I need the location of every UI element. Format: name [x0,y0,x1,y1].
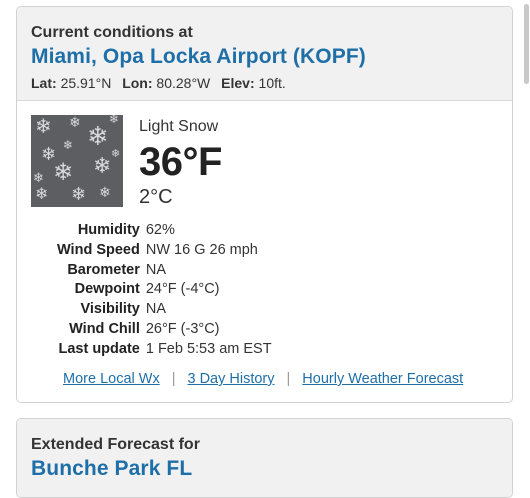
conditions-links: More Local Wx | 3 Day History | Hourly Weath… [63,371,463,387]
detail-value: 26°F (-3°C) [145,320,220,337]
three-day-history-link[interactable]: 3 Day History [187,371,274,387]
current-conditions-card: Current conditions at Miami, Opa Locka A… [16,6,513,403]
detail-label: Humidity [77,222,140,238]
link-separator: | [286,371,291,387]
conditions-summary: ❄ ❄ ❄ ❄ ❄ ❄ ❄ ❄ ❄ ❄ ❄ ❄ ❄ Light Snow 36°… [17,101,512,221]
detail-label: Visibility [80,301,140,318]
detail-value: 62% [145,222,175,238]
station-name: Miami, Opa Locka Airport (KOPF) [31,45,366,68]
elev-value: 10ft. [258,75,286,91]
detail-value: 1 Feb 5:53 am EST [145,340,272,357]
lat-label: Lat: [31,75,57,91]
current-readings: Light Snow 36°F 2°C [139,117,222,209]
conditions-details-table: Humidity 62% Wind Speed NW 16 G 26 mph Barom… [57,221,272,360]
detail-row: Dewpoint 24°F (-4°C) [57,280,272,300]
station-coordinates: Lat: 25.91°N Lon: 80.28°W Elev: 10ft. [31,74,498,92]
detail-value: NA [145,301,167,318]
temperature-fahrenheit: 36°F [139,140,222,184]
detail-label: Wind Chill [69,320,140,337]
detail-row: Wind Speed NW 16 G 26 mph [57,241,272,261]
detail-value: 24°F (-4°C) [145,281,220,298]
detail-row: Visibility NA [57,300,272,320]
weather-condition: Light Snow [139,118,219,135]
detail-row: Wind Chill 26°F (-3°C) [57,320,272,340]
snowflakes-icon: ❄ ❄ ❄ ❄ ❄ ❄ ❄ ❄ ❄ ❄ ❄ ❄ ❄ [31,115,123,207]
detail-value: NA [145,261,167,278]
detail-label: Last update [58,340,140,357]
detail-label: Dewpoint [74,281,140,298]
more-local-wx-link[interactable]: More Local Wx [63,371,160,387]
detail-label: Barometer [67,261,140,278]
lon-value: 80.28°W [156,75,211,91]
lon-label: Lon: [122,75,153,91]
extended-forecast-header: Extended Forecast for Bunche Park FL [17,419,512,497]
lat-value: 25.91°N [60,75,112,91]
page-scrollbar[interactable] [524,4,529,84]
current-conditions-header: Current conditions at Miami, Opa Locka A… [17,7,512,101]
elev-label: Elev: [221,75,255,91]
link-separator: | [171,371,176,387]
extended-forecast-label: Extended Forecast for [31,436,200,453]
forecast-location: Bunche Park FL [31,457,193,480]
temperature-celsius: 2°C [139,186,173,208]
detail-row: Barometer NA [57,261,272,281]
detail-row: Humidity 62% [57,221,272,241]
hourly-forecast-link[interactable]: Hourly Weather Forecast [302,371,463,387]
detail-value: NW 16 G 26 mph [145,241,258,258]
current-conditions-label: Current conditions at [31,24,193,41]
extended-forecast-card: Extended Forecast for Bunche Park FL [16,418,513,498]
detail-label: Wind Speed [57,241,140,258]
detail-row: Last update 1 Feb 5:53 am EST [57,340,272,360]
